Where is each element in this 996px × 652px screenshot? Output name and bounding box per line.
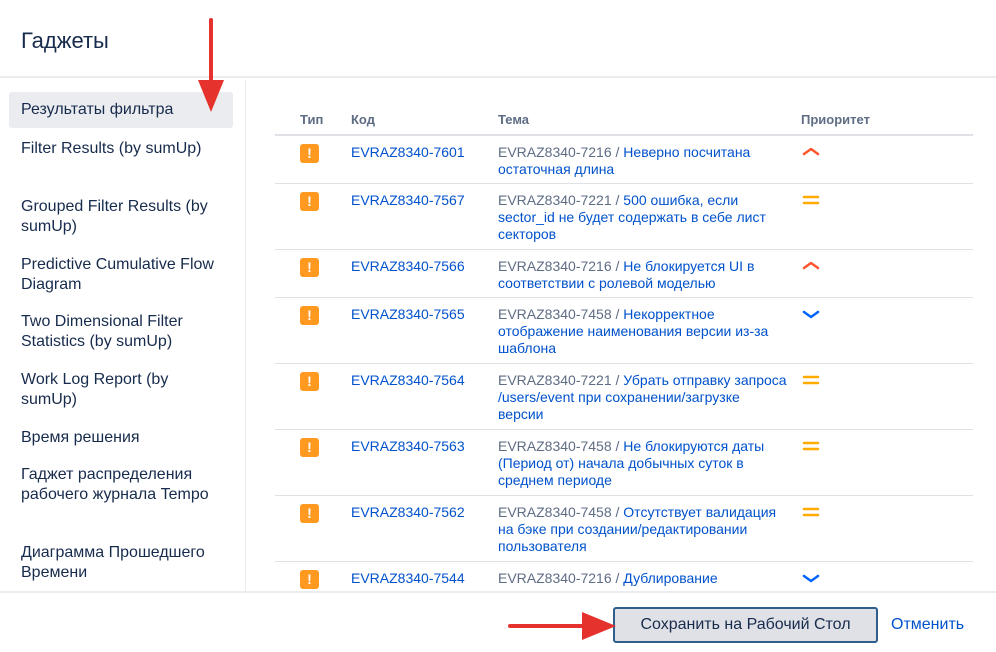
issue-summary: EVRAZ8340-7458 / Не блокируются даты (Пе…: [498, 438, 788, 489]
bug-type-icon: !: [300, 258, 319, 277]
priority-medium-icon: [802, 441, 820, 451]
table-row: ! EVRAZ8340-7564 EVRAZ8340-7221 / Убрать…: [275, 364, 973, 430]
issue-summary: EVRAZ8340-7458 / Отсутствует валидация н…: [498, 504, 788, 555]
sidebar-item-filter-results-sumup[interactable]: Filter Results (by sumUp): [9, 139, 233, 159]
sidebar-item-work-log-report[interactable]: Work Log Report (by sumUp): [9, 370, 233, 410]
issue-key-link[interactable]: EVRAZ8340-7601: [351, 144, 465, 160]
issue-key-link[interactable]: EVRAZ8340-7567: [351, 192, 465, 208]
priority-low-icon: [802, 310, 820, 319]
save-to-dashboard-button[interactable]: Сохранить на Рабочий Стол: [613, 607, 878, 643]
table-row: ! EVRAZ8340-7562 EVRAZ8340-7458 / Отсутс…: [275, 496, 973, 562]
sidebar-item-tempo-worklog[interactable]: Гаджет распределения рабочего журнала Te…: [9, 465, 233, 505]
sidebar-item-resolution-time[interactable]: Время решения: [9, 428, 233, 448]
gadget-sidebar[interactable]: Результаты фильтра Filter Results (by su…: [0, 80, 246, 591]
dialog-title: Гаджеты: [21, 28, 109, 53]
parent-issue-key[interactable]: EVRAZ8340-7221 /: [498, 372, 619, 388]
parent-issue-key[interactable]: EVRAZ8340-7221 /: [498, 192, 619, 208]
issue-summary: EVRAZ8340-7458 / Некорректное отображени…: [498, 306, 788, 357]
bug-type-icon: !: [300, 570, 319, 589]
table-row: ! EVRAZ8340-7544 EVRAZ8340-7216 / Дублир…: [275, 562, 973, 591]
priority-medium-icon: [802, 507, 820, 517]
bug-type-icon: !: [300, 306, 319, 325]
issue-summary-link[interactable]: Дублирование: [623, 570, 717, 586]
cancel-link[interactable]: Отменить: [891, 607, 964, 643]
parent-issue-key[interactable]: EVRAZ8340-7216 /: [498, 144, 619, 160]
parent-issue-key[interactable]: EVRAZ8340-7458 /: [498, 504, 619, 520]
dialog-header: Гаджеты: [0, 0, 996, 78]
annotation-arrow-down-icon: [198, 18, 224, 112]
issue-key-link[interactable]: EVRAZ8340-7565: [351, 306, 465, 322]
issue-summary: EVRAZ8340-7216 / Не блокируется UI в соо…: [498, 258, 788, 292]
issue-key-link[interactable]: EVRAZ8340-7563: [351, 438, 465, 454]
issue-summary: EVRAZ8340-7221 / Убрать отправку запроса…: [498, 372, 788, 423]
parent-issue-key[interactable]: EVRAZ8340-7458 /: [498, 306, 619, 322]
column-header-summary[interactable]: Тема: [498, 112, 529, 127]
parent-issue-key[interactable]: EVRAZ8340-7216 /: [498, 258, 619, 274]
dialog-footer: Сохранить на Рабочий Стол Отменить: [0, 591, 996, 652]
annotation-arrow-right-icon: [508, 612, 616, 640]
parent-issue-key[interactable]: EVRAZ8340-7458 /: [498, 438, 619, 454]
column-header-type: Тип: [300, 112, 324, 127]
priority-medium-icon: [802, 375, 820, 385]
priority-high-icon: [802, 261, 820, 270]
bug-type-icon: !: [300, 504, 319, 523]
issue-key-link[interactable]: EVRAZ8340-7564: [351, 372, 465, 388]
bug-type-icon: !: [300, 192, 319, 211]
priority-medium-icon: [802, 195, 820, 205]
issue-summary: EVRAZ8340-7221 / 500 ошибка, если sector…: [498, 192, 788, 243]
sidebar-item-predictive-cfd[interactable]: Predictive Cumulative Flow Diagram: [9, 255, 233, 295]
sidebar-item-time-since-chart[interactable]: Диаграмма Прошедшего Времени: [9, 543, 233, 583]
issue-summary: EVRAZ8340-7216 / Дублирование: [498, 570, 788, 587]
priority-high-icon: [802, 147, 820, 156]
table-row: ! EVRAZ8340-7567 EVRAZ8340-7221 / 500 ош…: [275, 184, 973, 250]
issue-key-link[interactable]: EVRAZ8340-7544: [351, 570, 465, 586]
table-row: ! EVRAZ8340-7563 EVRAZ8340-7458 / Не бло…: [275, 430, 973, 496]
column-header-priority[interactable]: Приоритет: [801, 112, 870, 127]
issue-key-link[interactable]: EVRAZ8340-7566: [351, 258, 465, 274]
parent-issue-key[interactable]: EVRAZ8340-7216 /: [498, 570, 619, 586]
bug-type-icon: !: [300, 144, 319, 163]
issue-key-link[interactable]: EVRAZ8340-7562: [351, 504, 465, 520]
table-row: ! EVRAZ8340-7565 EVRAZ8340-7458 / Некорр…: [275, 298, 973, 364]
gadget-preview: Тип Код Тема Приоритет ! EVRAZ8340-7601 …: [247, 80, 996, 591]
issue-summary: EVRAZ8340-7216 / Неверно посчитана остат…: [498, 144, 788, 178]
column-header-key[interactable]: Код: [351, 112, 375, 127]
table-row: ! EVRAZ8340-7566 EVRAZ8340-7216 / Не бло…: [275, 250, 973, 298]
sidebar-item-grouped-filter-results[interactable]: Grouped Filter Results (by sumUp): [9, 197, 233, 237]
priority-low-icon: [802, 574, 820, 583]
bug-type-icon: !: [300, 438, 319, 457]
bug-type-icon: !: [300, 372, 319, 391]
sidebar-item-two-dimensional-stats[interactable]: Two Dimensional Filter Statistics (by su…: [9, 312, 233, 352]
table-row: ! EVRAZ8340-7601 EVRAZ8340-7216 / Неверн…: [275, 136, 973, 184]
